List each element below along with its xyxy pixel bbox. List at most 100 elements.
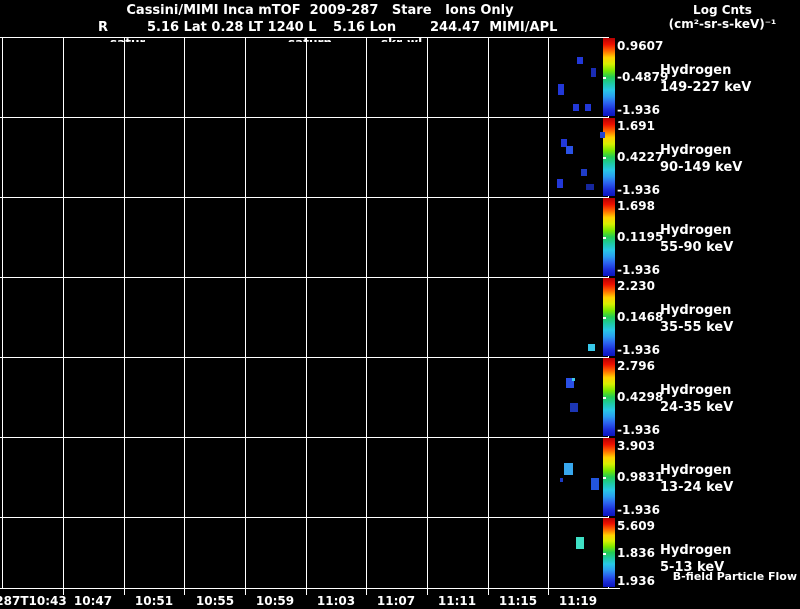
colorbar-mid-tick — [603, 397, 606, 399]
panel-energy-label: 149-227 keV — [660, 80, 752, 95]
colorbar-units-title: Log Cnts — [693, 3, 752, 17]
spectrogram-window: Cassini/MIMI Inca mTOF 2009-287 Stare Io… — [0, 0, 800, 609]
x-tick-label: 11:11 — [437, 594, 477, 608]
x-gridline — [548, 37, 549, 588]
colorbar-mid-label: 0.9831 — [617, 470, 664, 484]
x-gridline — [2, 37, 3, 588]
colorbar-min-label: -1.936 — [617, 183, 660, 197]
panel-boundary — [0, 37, 608, 38]
x-tick-label: 10:47 — [73, 594, 113, 608]
panel-boundary — [0, 517, 608, 518]
bfield-particle-flow-label: B-field Particle Flow — [672, 570, 797, 583]
x-axis-tick — [124, 588, 125, 595]
x-tick-label: 11:03 — [316, 594, 356, 608]
x-gridline — [427, 37, 428, 588]
x-gridline — [366, 37, 367, 588]
colorbar-mid-label: 0.1468 — [617, 310, 664, 324]
panel-species-label: Hydrogen — [660, 463, 732, 478]
x-gridline — [124, 37, 125, 588]
ephemeris-ids: 244.47 MIMI/APL — [430, 20, 558, 35]
panel-boundary — [0, 277, 608, 278]
x-axis-tick — [306, 588, 307, 595]
panel-boundary — [0, 117, 608, 118]
panel-species-label: Hydrogen — [660, 143, 732, 158]
panel-energy-label: 35-55 keV — [660, 320, 734, 335]
x-gridline — [184, 37, 185, 588]
data-point — [570, 403, 578, 412]
data-point — [591, 478, 599, 490]
panel-energy-label: 13-24 keV — [660, 480, 734, 495]
panel-species-label: Hydrogen — [660, 63, 732, 78]
colorbar-min-label: -1.936 — [617, 103, 660, 117]
colorbar-mid-tick — [603, 237, 606, 239]
data-point — [600, 132, 605, 138]
colorbar-max-label: 3.903 — [617, 439, 655, 453]
x-tick-label: 11:19 — [558, 594, 598, 608]
colorbar-min-label: -1.936 — [617, 343, 660, 357]
panel-energy-label: 55-90 keV — [660, 240, 734, 255]
x-tick-label: 11:07 — [376, 594, 416, 608]
x-axis-tick — [427, 588, 428, 595]
data-point — [566, 146, 573, 154]
panel-energy-label: 24-35 keV — [660, 400, 734, 415]
x-axis-tick — [245, 588, 246, 595]
colorbar-min-label: -1.936 — [617, 503, 660, 517]
colorbar-max-label: 0.9607 — [617, 39, 664, 53]
data-point — [585, 104, 591, 111]
colorbar-units-formula: (cm²-sr-s-keV)⁻¹ — [668, 17, 777, 31]
data-point — [564, 463, 573, 475]
data-point — [576, 537, 584, 549]
colorbar-max-label: 1.691 — [617, 119, 655, 133]
colorbar-max-label: 2.796 — [617, 359, 655, 373]
colorbar-max-label: 5.609 — [617, 519, 655, 533]
colorbar-max-label: 2.230 — [617, 279, 655, 293]
data-point — [572, 378, 575, 381]
colorbar-mid-tick — [603, 477, 606, 479]
panel-boundary — [0, 437, 608, 438]
colorbar-mid-tick — [603, 77, 606, 79]
data-point — [560, 478, 563, 482]
x-tick-label: 10:55 — [195, 594, 235, 608]
x-gridline — [488, 37, 489, 588]
panel-boundary — [0, 588, 620, 589]
data-point — [558, 84, 564, 95]
x-tick-label: 11:15 — [498, 594, 538, 608]
x-axis-tick — [488, 588, 489, 595]
page-title: Cassini/MIMI Inca mTOF 2009-287 Stare Io… — [126, 3, 514, 18]
colorbar-mid-label: 0.4227 — [617, 150, 664, 164]
colorbar-min-label: -1.936 — [617, 263, 660, 277]
colorbar-mid-label: 0.4298 — [617, 390, 664, 404]
x-gridline — [63, 37, 64, 588]
panel-species-label: Hydrogen — [660, 223, 732, 238]
x-gridline — [306, 37, 307, 588]
panel-species-label: Hydrogen — [660, 543, 732, 558]
colorbar-min-label: -1.936 — [617, 423, 660, 437]
x-tick-label: 10:51 — [134, 594, 174, 608]
x-axis-tick — [184, 588, 185, 595]
colorbar-mid-label: 1.836 — [617, 545, 655, 560]
x-tick-label: 287T10:43 — [0, 594, 67, 608]
colorbar-mid-tick — [603, 157, 606, 159]
data-point — [577, 57, 583, 64]
data-point — [588, 344, 595, 351]
x-tick-label: 10:59 — [255, 594, 295, 608]
colorbar-mid-label: 0.1195 — [617, 230, 664, 244]
data-point — [581, 169, 587, 176]
data-point — [573, 104, 579, 111]
colorbar-max-label: 1.698 — [617, 199, 655, 213]
x-axis-tick — [548, 588, 549, 595]
colorbar-mid-tick — [603, 317, 606, 319]
panel-energy-label: 90-149 keV — [660, 160, 743, 175]
x-axis-tick — [366, 588, 367, 595]
panel-species-label: Hydrogen — [660, 383, 732, 398]
colorbar-min-label: 1.936 — [617, 574, 655, 588]
ephemeris-r-label: R — [98, 20, 109, 35]
panel-boundary — [0, 357, 608, 358]
panel-species-label: Hydrogen — [660, 303, 732, 318]
data-point — [557, 179, 563, 188]
data-point — [591, 68, 596, 77]
panel-boundary — [0, 197, 608, 198]
colorbar-mid-tick — [603, 552, 606, 555]
x-gridline — [245, 37, 246, 588]
data-point — [586, 184, 594, 190]
